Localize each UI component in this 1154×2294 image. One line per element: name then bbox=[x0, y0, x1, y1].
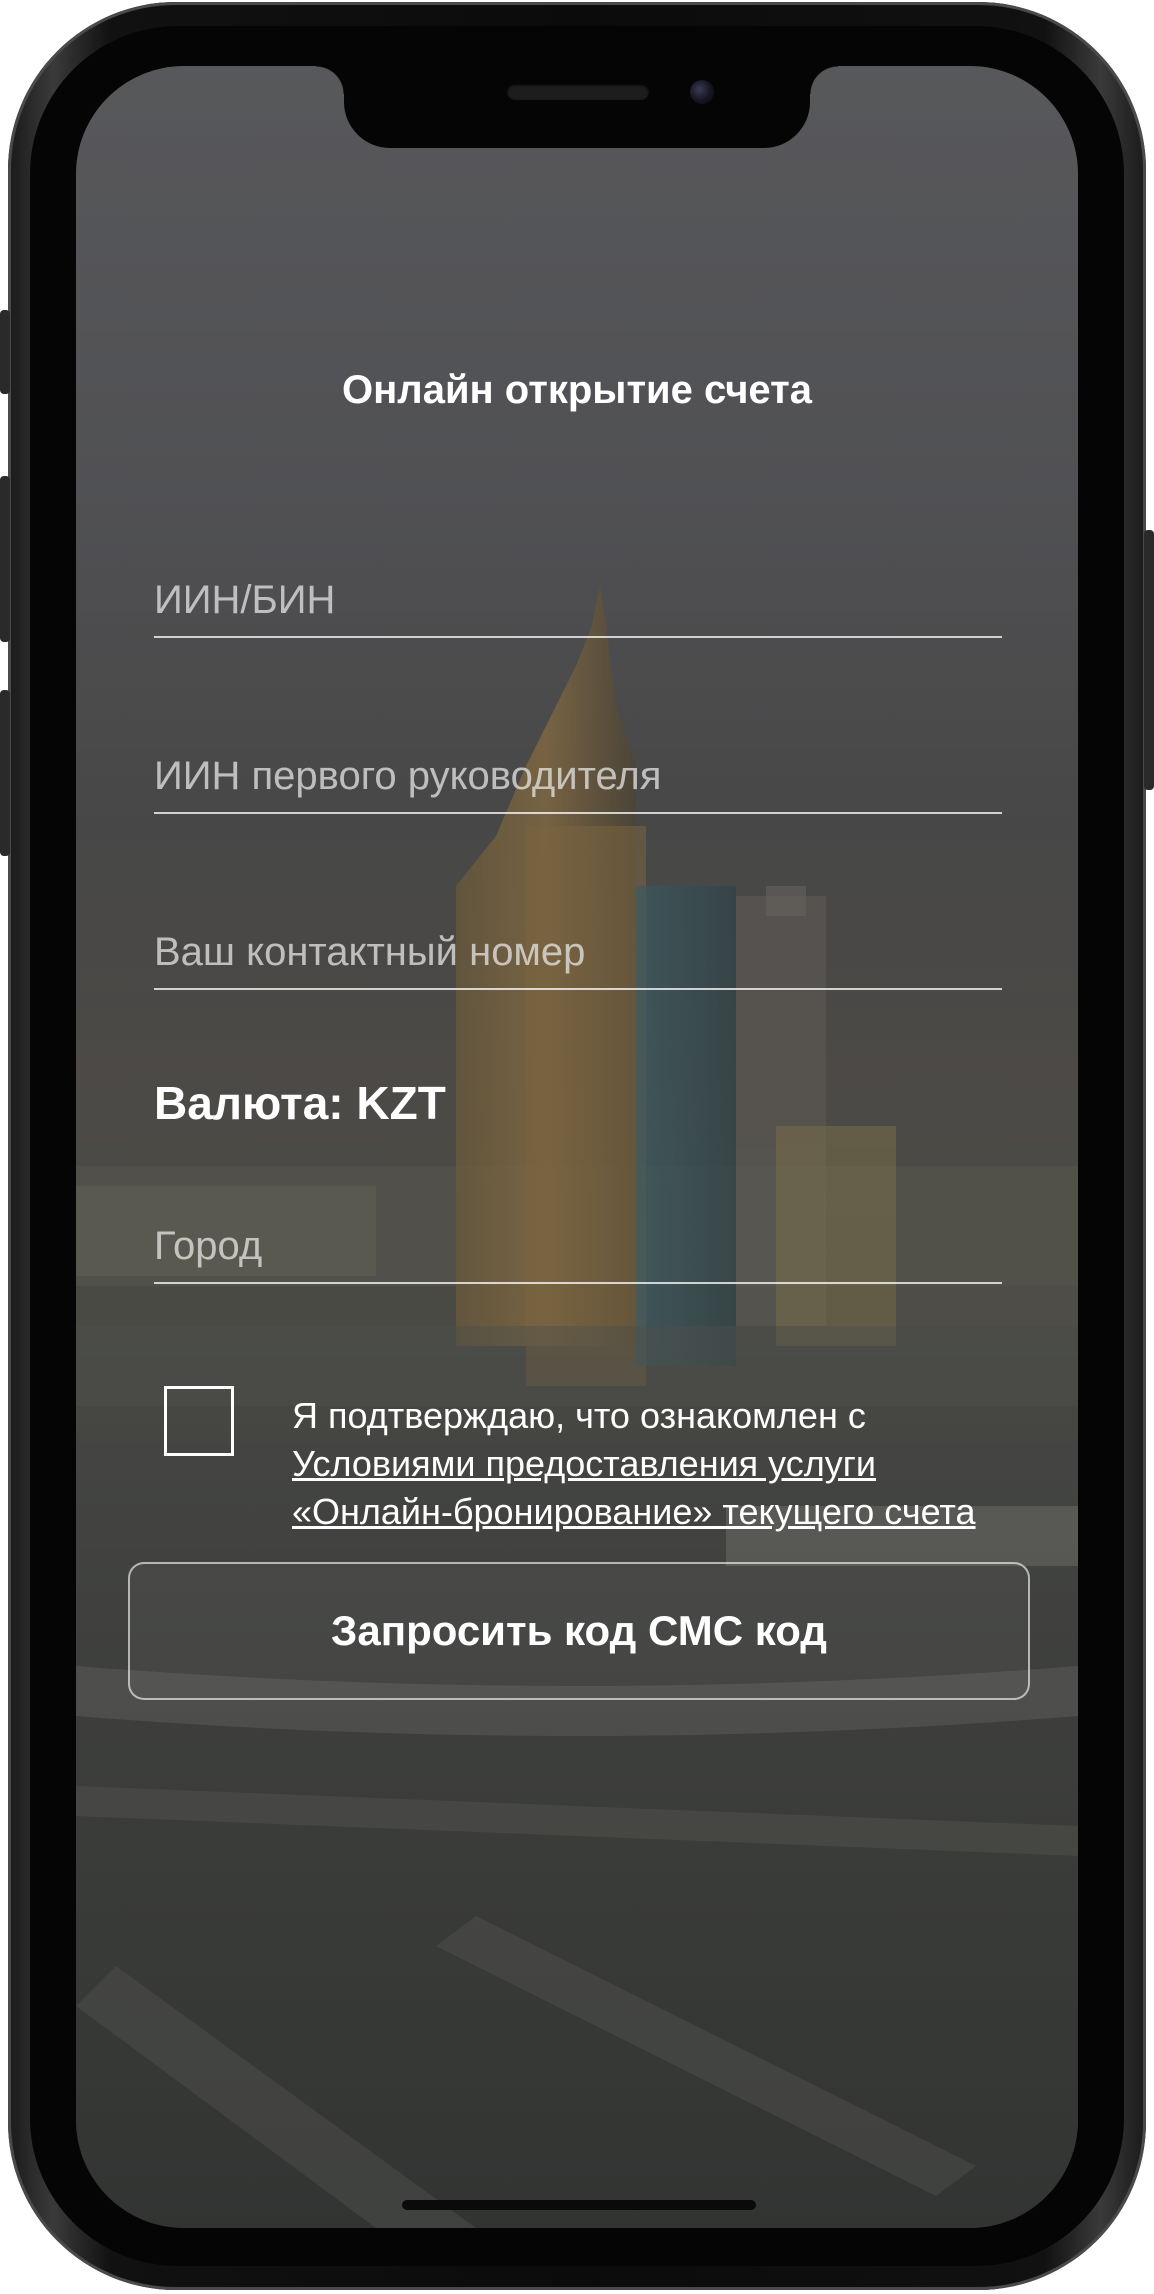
page-title: Онлайн открытие счета bbox=[342, 368, 812, 412]
mute-switch bbox=[0, 310, 10, 394]
director-iin-field[interactable] bbox=[154, 742, 1002, 814]
consent-text: Я подтверждаю, что ознакомлен с Условиям… bbox=[292, 1392, 1012, 1536]
front-camera bbox=[690, 80, 714, 104]
contact-phone-input[interactable] bbox=[154, 926, 1002, 978]
earpiece-speaker bbox=[507, 84, 649, 100]
iin-bin-input[interactable] bbox=[154, 574, 1002, 626]
app-screen: Онлайн открытие счета Валюта: KZT Я подт… bbox=[76, 66, 1078, 2228]
contact-phone-field[interactable] bbox=[154, 918, 1002, 990]
volume-down-button bbox=[0, 690, 10, 856]
consent-checkbox[interactable] bbox=[164, 1386, 234, 1456]
director-iin-input[interactable] bbox=[154, 750, 1002, 802]
consent-text-prefix: Я подтверждаю, что ознакомлен с bbox=[292, 1395, 866, 1436]
city-field[interactable] bbox=[154, 1212, 1002, 1284]
city-input[interactable] bbox=[154, 1220, 1002, 1272]
request-sms-code-button[interactable]: Запросить код СМС код bbox=[128, 1562, 1030, 1700]
phone-mockup: Онлайн открытие счета Валюта: KZT Я подт… bbox=[0, 0, 1154, 2294]
currency-label: Валюта: KZT bbox=[154, 1077, 446, 1129]
terms-link[interactable]: Условиями предоставления услуги «Онлайн-… bbox=[292, 1443, 976, 1532]
power-button bbox=[1144, 530, 1154, 790]
volume-up-button bbox=[0, 476, 10, 642]
iin-bin-field[interactable] bbox=[154, 566, 1002, 638]
phone-notch bbox=[316, 66, 838, 148]
onboarding-form-screen: Онлайн открытие счета Валюта: KZT Я подт… bbox=[76, 66, 1078, 2228]
home-indicator[interactable] bbox=[402, 2200, 756, 2210]
